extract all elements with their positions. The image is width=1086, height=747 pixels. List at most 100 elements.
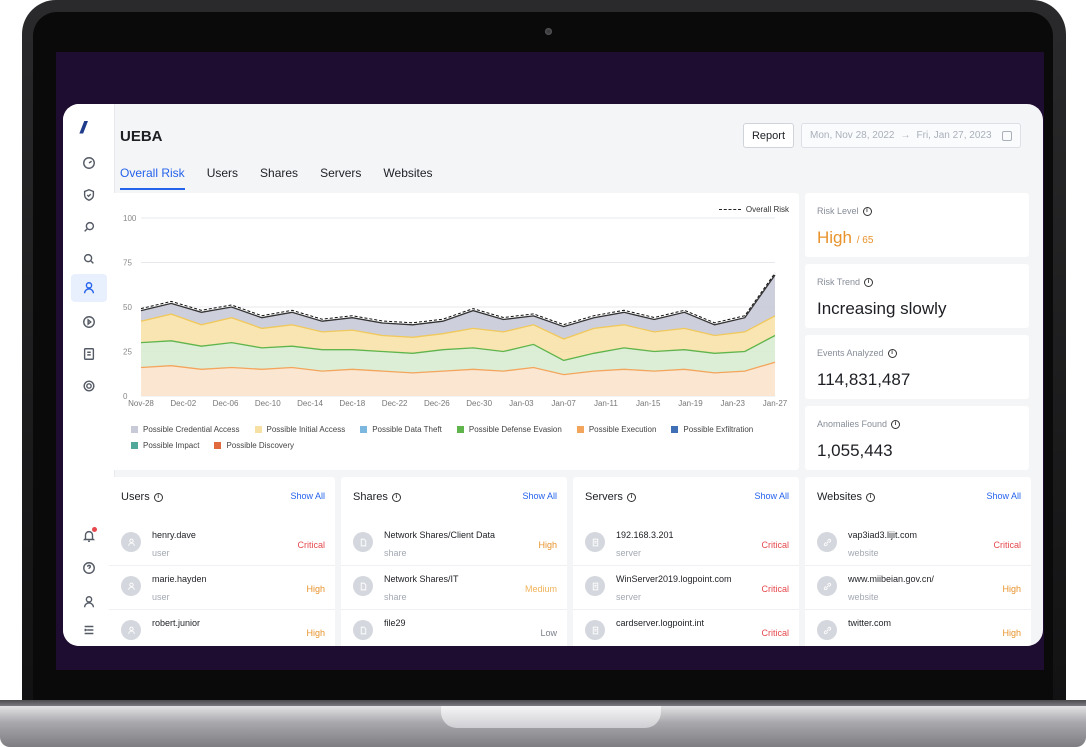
users-list-item[interactable]: robert.junior High: [109, 610, 335, 646]
legend-label: Possible Initial Access: [266, 425, 346, 434]
user-avatar-icon: [121, 620, 141, 640]
report-icon[interactable]: [77, 342, 101, 366]
events-analyzed-card: Events Analyzed i 114,831,487: [805, 335, 1029, 399]
websites-list-item[interactable]: www.miibeian.gov.cn/ website High: [805, 566, 1031, 610]
shares-list-item[interactable]: Network Shares/IT share Medium: [341, 566, 567, 610]
collapse-icon[interactable]: [77, 618, 101, 642]
websites-show-all-link[interactable]: Show All: [986, 491, 1021, 501]
anomalies-found-card: Anomalies Found i 1,055,443: [805, 406, 1029, 470]
legend-label: Possible Discovery: [226, 441, 295, 450]
info-icon[interactable]: i: [153, 492, 163, 502]
search-icon[interactable]: [77, 247, 101, 271]
settings-icon[interactable]: [77, 374, 101, 398]
item-name: www.miibeian.gov.cn/: [848, 574, 934, 584]
chart-legend: Possible Credential Access Possible Initi…: [131, 425, 791, 450]
tab-users[interactable]: Users: [207, 166, 238, 190]
legend-item[interactable]: Possible Initial Access: [254, 425, 346, 434]
info-icon[interactable]: i: [626, 492, 636, 502]
users-list-item[interactable]: marie.hayden user High: [109, 566, 335, 610]
risk-level-score: / 65: [856, 235, 874, 246]
risk-level-badge: Critical: [761, 540, 789, 550]
laptop-notch: [441, 706, 661, 728]
servers-show-all-link[interactable]: Show All: [754, 491, 789, 501]
legend-label: Possible Impact: [143, 441, 200, 450]
date-arrow: →: [900, 130, 911, 141]
servers-list-item[interactable]: 192.168.3.201 server Critical: [573, 522, 799, 566]
link-icon: [817, 576, 837, 596]
risk-trend-value: Increasing slowly: [817, 299, 947, 318]
item-name: henry.dave: [152, 530, 196, 540]
item-type: website: [848, 548, 879, 558]
legend-swatch: [131, 442, 138, 449]
info-icon[interactable]: i: [891, 419, 901, 429]
x-tick-label: Dec-22: [382, 399, 408, 408]
risk-level-badge: Critical: [761, 584, 789, 594]
info-icon[interactable]: i: [887, 348, 897, 358]
dashboard-icon[interactable]: [77, 151, 101, 175]
websites-list-item[interactable]: twitter.com High: [805, 610, 1031, 646]
profile-icon[interactable]: [77, 590, 101, 614]
item-name: Network Shares/IT: [384, 574, 459, 584]
info-icon[interactable]: i: [862, 206, 872, 216]
item-type: server: [616, 592, 642, 602]
shares-show-all-link[interactable]: Show All: [522, 491, 557, 501]
info-icon[interactable]: i: [391, 492, 401, 502]
legend-item[interactable]: Possible Impact: [131, 441, 199, 450]
legend-label: Possible Credential Access: [143, 425, 240, 434]
x-tick-label: Jan-15: [636, 399, 661, 408]
legend-item[interactable]: Possible Execution: [576, 425, 656, 434]
legend-item[interactable]: Possible Defense Evasion: [456, 425, 562, 434]
servers-card: Servers i Show All 192.168.3.201 server Cr…: [573, 477, 799, 646]
legend-swatch: [360, 426, 368, 433]
shares-list-item[interactable]: file29 Low: [341, 610, 567, 646]
x-tick-label: Nov-28: [128, 399, 154, 408]
websites-list-item[interactable]: vap3iad3.lijit.com website Critical: [805, 522, 1031, 566]
anomalies-value: 1,055,443: [817, 441, 893, 460]
camera-icon: [545, 28, 552, 35]
info-icon[interactable]: i: [864, 277, 874, 287]
user-icon[interactable]: [71, 274, 107, 302]
risk-level-badge: Critical: [297, 540, 325, 550]
item-name: file29: [384, 618, 406, 628]
anomalies-label: Anomalies Found: [817, 419, 888, 429]
shares-list-item[interactable]: Network Shares/Client Data share High: [341, 522, 567, 566]
logo-icon[interactable]: //: [80, 118, 87, 138]
server-icon: [585, 576, 605, 596]
legend-item[interactable]: Possible Discovery: [214, 441, 294, 450]
report-button[interactable]: Report: [743, 123, 794, 148]
shield-icon[interactable]: [77, 183, 101, 207]
users-show-all-link[interactable]: Show All: [290, 491, 325, 501]
legend-swatch: [456, 426, 464, 433]
websites-title: Websites i: [817, 491, 876, 503]
events-value: 114,831,487: [817, 370, 911, 389]
servers-list-item[interactable]: cardserver.logpoint.int Critical: [573, 610, 799, 646]
x-tick-label: Dec-02: [170, 399, 196, 408]
file-icon: [353, 532, 373, 552]
search-alt-icon[interactable]: [77, 215, 101, 239]
legend-item[interactable]: Possible Data Theft: [360, 425, 442, 434]
x-tick-label: Jan-19: [678, 399, 703, 408]
item-type: share: [384, 548, 407, 558]
item-name: cardserver.logpoint.int: [616, 618, 705, 628]
bell-icon[interactable]: [77, 524, 101, 548]
overall-risk-chart: 0 25 50 75 100 Nov-28 Dec-02 Dec-06 Dec-10 Dec-14…: [109, 193, 799, 470]
legend-swatch: [576, 426, 584, 433]
tab-shares[interactable]: Shares: [260, 166, 298, 190]
legend-item[interactable]: Possible Exfiltration: [671, 425, 753, 434]
tab-overall-risk[interactable]: Overall Risk: [120, 166, 185, 190]
help-icon[interactable]: [77, 556, 101, 580]
x-tick-label: Dec-06: [213, 399, 239, 408]
risk-level-label: Risk Level: [817, 206, 859, 216]
legend-item[interactable]: Possible Credential Access: [131, 425, 240, 434]
info-icon[interactable]: i: [866, 492, 876, 502]
risk-trend-label: Risk Trend: [817, 277, 861, 287]
legend-label: Possible Defense Evasion: [468, 425, 562, 434]
item-type: server: [616, 548, 642, 558]
users-list-item[interactable]: henry.dave user Critical: [109, 522, 335, 566]
date-range-picker[interactable]: Mon, Nov 28, 2022 → Fri, Jan 27, 2023: [801, 123, 1021, 148]
tab-servers[interactable]: Servers: [320, 166, 361, 190]
page-title: UEBA: [120, 128, 163, 145]
tab-websites[interactable]: Websites: [383, 166, 432, 190]
play-icon[interactable]: [77, 310, 101, 334]
servers-list-item[interactable]: WinServer2019.logpoint.com server Critic…: [573, 566, 799, 610]
